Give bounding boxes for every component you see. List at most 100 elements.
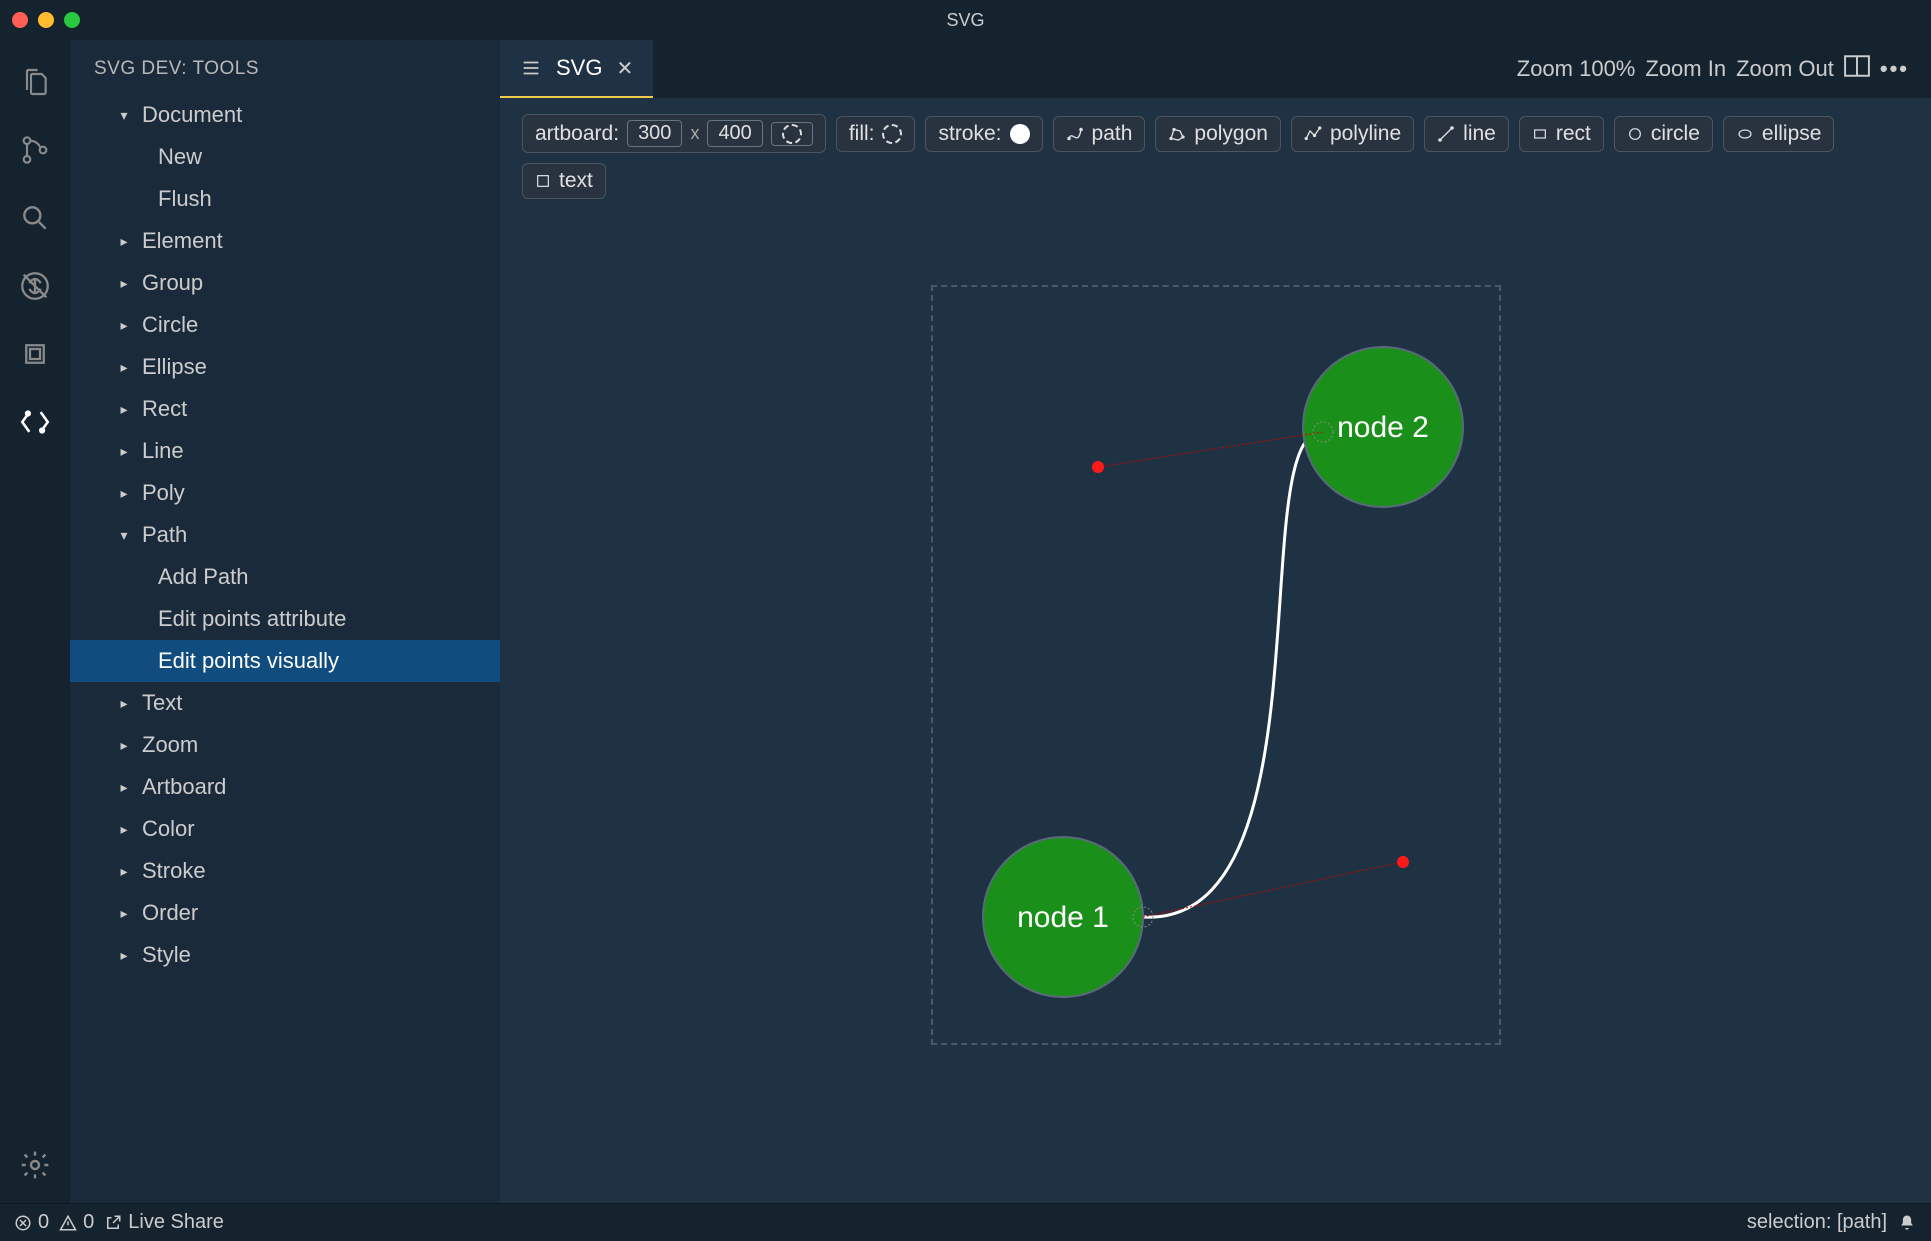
tree-item-flush[interactable]: Flush bbox=[70, 178, 500, 220]
tree-item-element[interactable]: ▸Element bbox=[70, 220, 500, 262]
graph-node[interactable]: node 2 bbox=[1303, 347, 1463, 507]
artboard-width[interactable]: 300 bbox=[627, 120, 682, 147]
chevron-right-icon: ▸ bbox=[112, 863, 136, 880]
tab-label: SVG bbox=[556, 55, 602, 81]
zoom-in-button[interactable]: Zoom In bbox=[1645, 56, 1726, 82]
shape-polyline-button[interactable]: polyline bbox=[1291, 116, 1414, 152]
split-editor-icon[interactable] bbox=[1844, 55, 1870, 83]
tree-item-label: Artboard bbox=[142, 774, 226, 800]
debug-icon[interactable] bbox=[5, 256, 65, 316]
search-icon[interactable] bbox=[5, 188, 65, 248]
tree-item-order[interactable]: ▸Order bbox=[70, 892, 500, 934]
tree-item-label: Add Path bbox=[158, 564, 249, 590]
chevron-right-icon: ▸ bbox=[112, 947, 136, 964]
chevron-down-icon: ▾ bbox=[112, 107, 136, 124]
more-icon[interactable]: ••• bbox=[1880, 56, 1909, 82]
tree-item-zoom[interactable]: ▸Zoom bbox=[70, 724, 500, 766]
close-window-icon[interactable] bbox=[12, 12, 28, 28]
shape-circle-button[interactable]: circle bbox=[1614, 116, 1713, 152]
minimize-window-icon[interactable] bbox=[38, 12, 54, 28]
chevron-right-icon: ▸ bbox=[112, 821, 136, 838]
close-icon[interactable]: ✕ bbox=[616, 56, 633, 81]
shape-label: line bbox=[1463, 122, 1496, 146]
tree-item-ellipse[interactable]: ▸Ellipse bbox=[70, 346, 500, 388]
control-point[interactable] bbox=[1397, 856, 1409, 868]
tree-item-edit-points-attribute[interactable]: Edit points attribute bbox=[70, 598, 500, 640]
tree-item-rect[interactable]: ▸Rect bbox=[70, 388, 500, 430]
svg-path[interactable] bbox=[1143, 432, 1323, 917]
canvas-wrap: node 1 node 2 bbox=[500, 215, 1931, 1203]
shape-ellipse-button[interactable]: ellipse bbox=[1723, 116, 1835, 152]
live-share-button[interactable]: Live Share bbox=[104, 1211, 224, 1234]
errors-indicator[interactable]: 0 bbox=[14, 1211, 49, 1234]
shape-line-button[interactable]: line bbox=[1424, 116, 1509, 152]
path-icon bbox=[1066, 125, 1084, 143]
tree-item-path[interactable]: ▾Path bbox=[70, 514, 500, 556]
list-icon bbox=[520, 57, 542, 79]
extensions-icon[interactable] bbox=[5, 324, 65, 384]
shape-label: circle bbox=[1651, 122, 1700, 146]
tree-item-label: Color bbox=[142, 816, 195, 842]
warnings-indicator[interactable]: 0 bbox=[59, 1211, 94, 1234]
shape-polygon-button[interactable]: polygon bbox=[1155, 116, 1281, 152]
tab-svg[interactable]: SVG ✕ bbox=[500, 40, 653, 98]
tree-item-label: Document bbox=[142, 102, 242, 128]
files-icon[interactable] bbox=[5, 52, 65, 112]
zoom-out-button[interactable]: Zoom Out bbox=[1736, 56, 1834, 82]
artboard-size-chip[interactable]: artboard: 300 x 400 bbox=[522, 114, 826, 153]
node-label: node 2 bbox=[1337, 411, 1429, 444]
bell-icon[interactable] bbox=[1897, 1213, 1917, 1233]
activity-bar bbox=[0, 40, 70, 1203]
tree-item-color[interactable]: ▸ Color bbox=[70, 808, 500, 850]
tree-item-circle[interactable]: ▸Circle bbox=[70, 304, 500, 346]
zoom-level[interactable]: Zoom 100% bbox=[1517, 56, 1636, 82]
tree-item-poly[interactable]: ▸Poly bbox=[70, 472, 500, 514]
toolbar: artboard: 300 x 400 fill: stroke: pathpo… bbox=[500, 98, 1931, 215]
tree-item-label: Stroke bbox=[142, 858, 206, 884]
tree-item-edit-points-visually[interactable]: Edit points visually bbox=[70, 640, 500, 682]
artboard[interactable]: node 1 node 2 bbox=[931, 285, 1501, 1045]
chevron-right-icon: ▸ bbox=[112, 233, 136, 250]
polygon-icon bbox=[1168, 125, 1186, 143]
tree-item-group[interactable]: ▸ Group bbox=[70, 262, 500, 304]
tree-item-artboard[interactable]: ▸ Artboard bbox=[70, 766, 500, 808]
shape-rect-button[interactable]: rect bbox=[1519, 116, 1604, 152]
circle-icon bbox=[1627, 126, 1643, 142]
tree-item-label: Edit points visually bbox=[158, 648, 339, 674]
warnings-count: 0 bbox=[83, 1211, 94, 1234]
maximize-window-icon[interactable] bbox=[64, 12, 80, 28]
artboard-label: artboard: bbox=[535, 122, 619, 146]
selection-status[interactable]: selection: [path] bbox=[1747, 1211, 1887, 1234]
shape-label: text bbox=[559, 169, 593, 193]
tree-item-line[interactable]: ▸Line bbox=[70, 430, 500, 472]
chevron-right-icon: ▸ bbox=[112, 275, 136, 292]
control-point[interactable] bbox=[1092, 461, 1104, 473]
tree-item-label: Group bbox=[142, 270, 203, 296]
tree-item-stroke[interactable]: ▸ Stroke bbox=[70, 850, 500, 892]
svg-dev-icon[interactable] bbox=[5, 392, 65, 452]
tree-item-document[interactable]: ▾ Document bbox=[70, 94, 500, 136]
errors-count: 0 bbox=[38, 1211, 49, 1234]
shape-path-button[interactable]: path bbox=[1053, 116, 1146, 152]
fill-label: fill: bbox=[849, 122, 875, 146]
chevron-down-icon: ▾ bbox=[112, 527, 136, 544]
tree-item-style[interactable]: ▸ Style bbox=[70, 934, 500, 976]
tree-item-label: Ellipse bbox=[142, 354, 207, 380]
artboard-height[interactable]: 400 bbox=[707, 120, 762, 147]
tree-item-new[interactable]: New bbox=[70, 136, 500, 178]
tree-item-label: Style bbox=[142, 942, 191, 968]
tree-item-label: Text bbox=[142, 690, 182, 716]
tree-item-text[interactable]: ▸Text bbox=[70, 682, 500, 724]
fill-chip[interactable]: fill: bbox=[836, 116, 916, 152]
stroke-chip[interactable]: stroke: bbox=[925, 116, 1042, 152]
graph-node[interactable]: node 1 bbox=[983, 837, 1143, 997]
artboard-dashed-icon[interactable] bbox=[771, 122, 813, 146]
shape-text-button[interactable]: text bbox=[522, 163, 606, 199]
tree: ▾DocumentNewFlush▸Element▸Group▸Circle▸E… bbox=[70, 94, 500, 976]
stroke-swatch-icon bbox=[1010, 124, 1030, 144]
rect-icon bbox=[1532, 126, 1548, 142]
tree-item-add-path[interactable]: Add Path bbox=[70, 556, 500, 598]
chevron-right-icon: ▸ bbox=[112, 779, 136, 796]
gear-icon[interactable] bbox=[5, 1135, 65, 1195]
source-control-icon[interactable] bbox=[5, 120, 65, 180]
